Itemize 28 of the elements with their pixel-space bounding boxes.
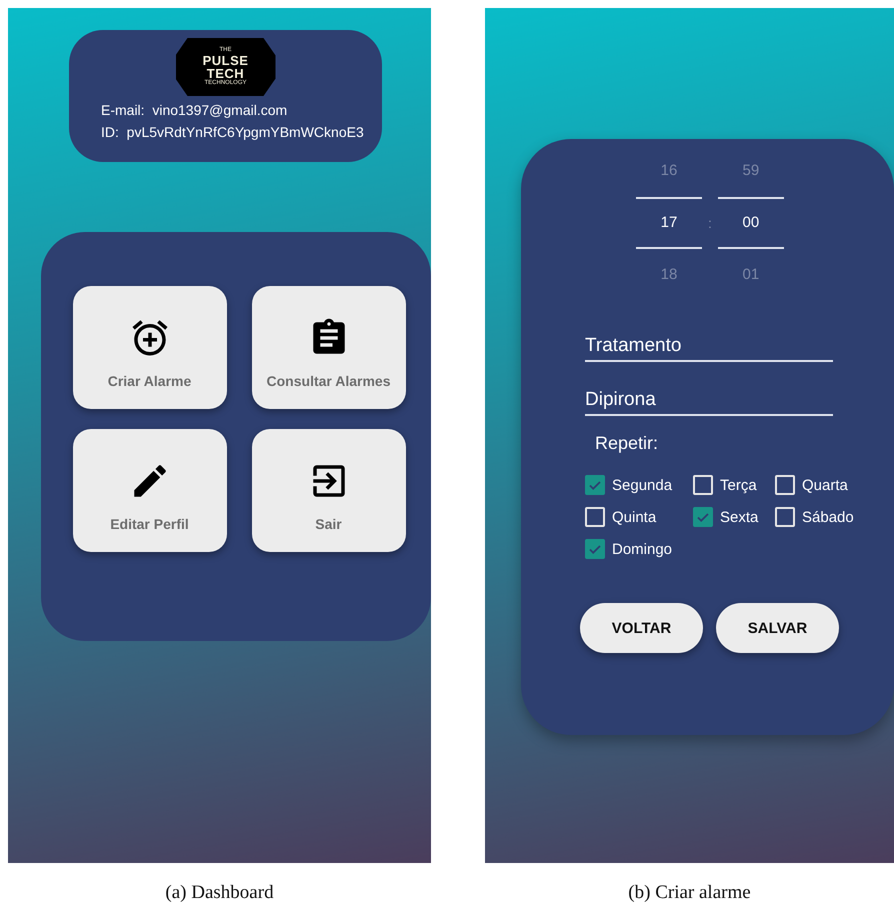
email-text: E-mail: vino1397@gmail.com — [101, 102, 288, 118]
input-field[interactable]: Tratamento — [585, 335, 833, 362]
checkbox-label[interactable]: Segunda — [612, 476, 672, 494]
id-text: ID: pvL5vRdtYnRfC6YpgmYBmWCknoE3 — [101, 124, 365, 140]
checkbox[interactable] — [585, 539, 605, 559]
checkbox[interactable] — [585, 475, 605, 495]
checkbox[interactable] — [693, 507, 713, 527]
checkbox-label[interactable]: Quinta — [612, 508, 656, 526]
hour-value[interactable]: 17 — [636, 197, 702, 249]
menu-button[interactable]: Consultar Alarmes — [252, 286, 406, 409]
checkbox-label[interactable]: Domingo — [612, 540, 672, 558]
minute-value[interactable]: 00 — [718, 197, 784, 249]
figure-caption: (b) Criar alarme — [628, 882, 751, 904]
repeat-label: Repetir: — [595, 433, 660, 454]
menu-button[interactable]: Criar Alarme — [72, 286, 226, 409]
figure-caption: (a) Dashboard — [165, 882, 274, 904]
checkbox-label[interactable]: Quarta — [802, 476, 848, 494]
checkbox-label[interactable]: Sexta — [720, 508, 758, 526]
action-button[interactable]: SALVAR — [716, 603, 839, 653]
menu-button[interactable]: Editar Perfil — [72, 429, 226, 552]
menu-button[interactable]: Sair — [252, 429, 406, 552]
action-button[interactable]: VOLTAR — [580, 603, 703, 653]
checkbox-label[interactable]: Sábado — [802, 508, 854, 526]
time-separator: : — [708, 215, 712, 231]
logo-text: PULSE — [202, 54, 248, 67]
checkbox-label[interactable]: Terça — [720, 476, 757, 494]
logo-text: TECH — [206, 67, 244, 80]
input-field[interactable]: Dipirona — [585, 389, 833, 416]
